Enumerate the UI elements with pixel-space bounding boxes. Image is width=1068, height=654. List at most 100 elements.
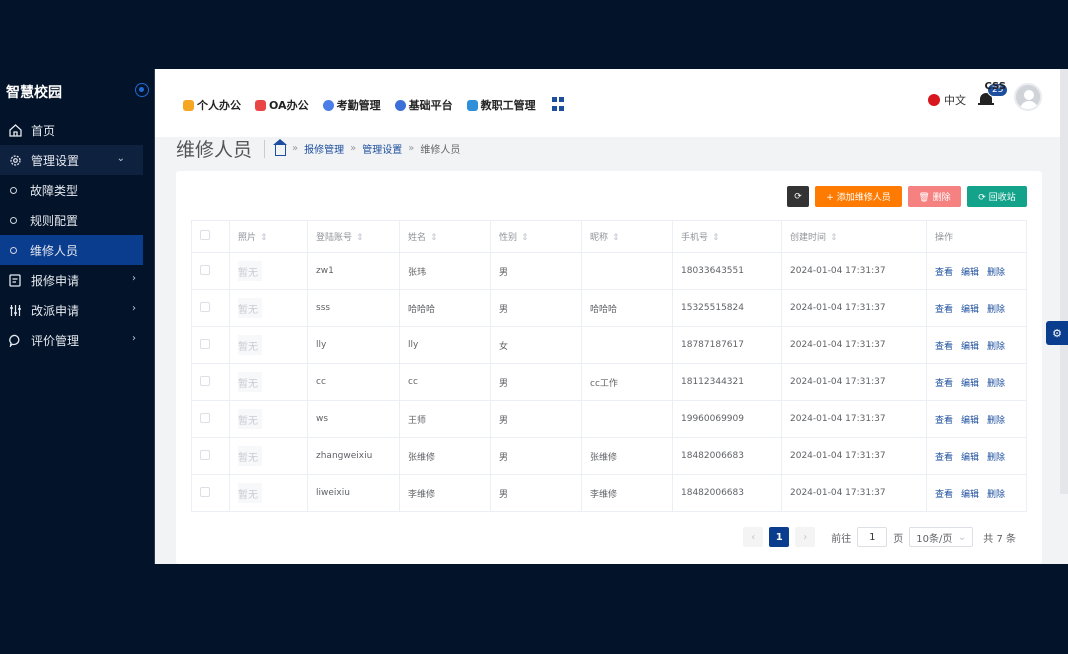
delete-link[interactable]: 删除 xyxy=(987,453,1005,463)
sidebar-item-repair-requests[interactable]: 报修申请 › xyxy=(0,265,154,295)
page-title: 维修人员 xyxy=(176,139,253,161)
sidebar-item-reviews[interactable]: 评价管理 › xyxy=(0,325,154,355)
column-label: 创建时间 xyxy=(790,233,827,243)
phone-cell: 19960069909 xyxy=(672,400,782,438)
breadcrumb-link[interactable]: 报修管理 xyxy=(304,141,344,156)
column-header[interactable]: 照片 ⇕ xyxy=(229,220,308,253)
phone-cell: 18787187617 xyxy=(672,326,782,364)
nickname-cell: 李维修 xyxy=(581,474,673,512)
row-checkbox[interactable] xyxy=(200,301,210,312)
sidebar-item-repair-staff[interactable]: 维修人员 xyxy=(0,235,143,265)
column-header[interactable]: 昵称 ⇕ xyxy=(581,220,673,253)
grid-menu-icon[interactable] xyxy=(551,97,564,113)
page-size-select[interactable]: 10条/页 ⌄ xyxy=(909,527,974,547)
account-cell: liweixiu xyxy=(307,474,400,512)
sidebar-item-label: 改派申请 xyxy=(31,303,80,318)
column-header[interactable]: 创建时间 ⇕ xyxy=(781,220,927,253)
page-number-current[interactable]: 1 xyxy=(769,527,790,547)
table-row: 暂无 ws 王师 男 19960069909 2024-01-04 17:31:… xyxy=(191,400,1027,438)
row-checkbox[interactable] xyxy=(200,338,210,349)
photo-cell: 暂无 xyxy=(229,363,308,401)
edit-link[interactable]: 编辑 xyxy=(961,379,979,389)
view-link[interactable]: 查看 xyxy=(935,490,953,500)
gender-cell: 男 xyxy=(490,289,582,327)
page-scrollbar[interactable] xyxy=(1060,69,1068,494)
sidebar-item-label: 报修申请 xyxy=(31,273,80,288)
delete-link[interactable]: 删除 xyxy=(987,342,1005,352)
nickname-cell xyxy=(581,326,673,364)
row-checkbox[interactable] xyxy=(200,449,210,460)
recycle-bin-button[interactable]: ⟳ 回收站 xyxy=(967,186,1027,207)
tab-platform[interactable]: 基础平台 xyxy=(394,97,453,113)
tab-personal-office[interactable]: 个人办公 xyxy=(183,97,241,113)
name-cell: 张维修 xyxy=(399,437,491,475)
actions-cell: 查看 编辑 删除 xyxy=(926,474,1027,512)
column-header[interactable]: 性别 ⇕ xyxy=(490,220,582,253)
row-checkbox[interactable] xyxy=(200,264,210,275)
bullet-icon xyxy=(10,246,17,254)
view-link[interactable]: 查看 xyxy=(935,416,953,426)
view-link[interactable]: 查看 xyxy=(935,342,953,352)
sidebar-nav: 首页 管理设置 ⌄ 故障类型 规则配置 维修人员 报修申请 › 改派申请 › 评… xyxy=(0,115,154,355)
gear-icon: ⚙ xyxy=(1052,326,1062,340)
refresh-button[interactable]: ⟳ xyxy=(787,186,809,207)
sidebar-item-rules[interactable]: 规则配置 xyxy=(0,205,154,235)
edit-link[interactable]: 编辑 xyxy=(961,342,979,352)
delete-button[interactable]: 🗑 删除 xyxy=(908,186,961,207)
chevron-right-icon: › xyxy=(132,333,136,344)
language-switch[interactable]: 中文 xyxy=(928,92,966,108)
avatar[interactable] xyxy=(1014,83,1042,111)
view-link[interactable]: 查看 xyxy=(935,305,953,315)
tab-staff[interactable]: 教职工管理 xyxy=(466,97,536,113)
delete-link[interactable]: 删除 xyxy=(987,490,1005,500)
china-flag-icon xyxy=(928,94,940,106)
delete-link[interactable]: 删除 xyxy=(987,268,1005,278)
row-select-cell xyxy=(191,252,230,290)
sidebar-item-fault-types[interactable]: 故障类型 xyxy=(0,175,154,205)
sidebar-item-home[interactable]: 首页 xyxy=(0,115,154,145)
sidebar-item-reassign-requests[interactable]: 改派申请 › xyxy=(0,295,154,325)
tab-oa-office[interactable]: OA办公 xyxy=(255,97,309,113)
add-staff-button[interactable]: + 添加维修人员 xyxy=(815,186,902,207)
breadcrumb-link[interactable]: 管理设置 xyxy=(362,141,402,156)
tab-attendance[interactable]: 考勤管理 xyxy=(322,97,381,113)
edit-link[interactable]: 编辑 xyxy=(961,268,979,278)
next-page-button[interactable]: › xyxy=(795,527,816,547)
column-header[interactable]: 姓名 ⇕ xyxy=(399,220,491,253)
row-checkbox[interactable] xyxy=(200,375,210,386)
column-header[interactable]: 手机号 ⇕ xyxy=(672,220,782,253)
app-frame: 智慧校园 首页 管理设置 ⌄ 故障类型 规则配置 维修人员 报修申请 › 改派申… xyxy=(0,69,1068,564)
select-all-checkbox[interactable] xyxy=(200,230,210,240)
sidebar-item-label: 管理设置 xyxy=(31,153,80,168)
photo-cell: 暂无 xyxy=(229,326,308,364)
edit-link[interactable]: 编辑 xyxy=(961,490,979,500)
delete-link[interactable]: 删除 xyxy=(987,305,1005,315)
photo-placeholder: 暂无 xyxy=(238,298,262,318)
goto-page-input[interactable]: 1 xyxy=(857,527,888,547)
table-row: 暂无 lly lly 女 18787187617 2024-01-04 17:3… xyxy=(191,326,1027,364)
view-link[interactable]: 查看 xyxy=(935,453,953,463)
view-link[interactable]: 查看 xyxy=(935,379,953,389)
delete-link[interactable]: 删除 xyxy=(987,379,1005,389)
view-link[interactable]: 查看 xyxy=(935,268,953,278)
home-icon[interactable] xyxy=(273,138,288,156)
edit-link[interactable]: 编辑 xyxy=(961,453,979,463)
table-header-row: 照片 ⇕ 登陆账号 ⇕ 姓名 ⇕ 性别 ⇕ 昵称 ⇕ 手机号 ⇕ 创建时间 ⇕ 操作 xyxy=(191,220,1027,253)
row-select-cell xyxy=(191,289,230,327)
edit-link[interactable]: 编辑 xyxy=(961,305,979,315)
edit-link[interactable]: 编辑 xyxy=(961,416,979,426)
prev-page-button[interactable]: ‹ xyxy=(743,527,764,547)
collapse-sidebar-icon[interactable] xyxy=(135,83,149,97)
row-select-cell xyxy=(191,363,230,401)
settings-float-button[interactable]: ⚙ xyxy=(1046,321,1068,345)
delete-link[interactable]: 删除 xyxy=(987,416,1005,426)
column-header[interactable]: 登陆账号 ⇕ xyxy=(307,220,400,253)
sidebar-item-settings[interactable]: 管理设置 ⌄ xyxy=(0,145,143,175)
breadcrumb: » 报修管理 » 管理设置 » 维修人员 xyxy=(273,138,460,156)
row-checkbox[interactable] xyxy=(200,486,210,497)
bullet-icon xyxy=(10,216,17,224)
notification-bell[interactable]: 25 xyxy=(978,83,1009,108)
photo-placeholder: 暂无 xyxy=(238,335,262,355)
created-cell: 2024-01-04 17:31:37 xyxy=(781,289,927,327)
row-checkbox[interactable] xyxy=(200,412,210,423)
